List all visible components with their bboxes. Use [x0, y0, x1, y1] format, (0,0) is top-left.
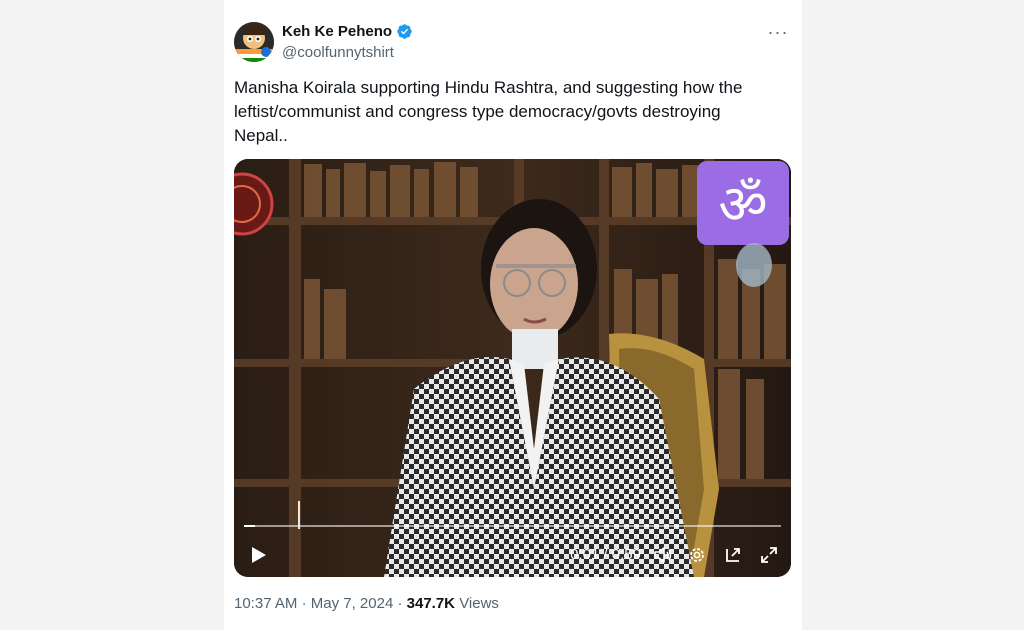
- left-margin: [0, 0, 224, 630]
- scrub-marker: [298, 501, 300, 529]
- views-label: Views: [459, 595, 499, 612]
- video-frame: ॐ: [234, 159, 791, 577]
- video-time: 0:01 / 0:59: [570, 546, 641, 563]
- more-options-icon[interactable]: ···: [766, 20, 790, 44]
- volume-icon[interactable]: [653, 545, 673, 565]
- om-symbol: ॐ: [718, 173, 767, 236]
- verified-badge-icon: [397, 24, 412, 39]
- views-count: 347.7K: [406, 595, 456, 612]
- author-name[interactable]: Keh Ke Peheno: [282, 23, 413, 40]
- fullscreen-icon[interactable]: [759, 545, 779, 565]
- right-margin: [802, 0, 1024, 630]
- meta-separator: ·: [301, 595, 307, 612]
- post-date[interactable]: May 7, 2024: [311, 595, 394, 612]
- meta-separator: ·: [397, 595, 403, 612]
- author-handle[interactable]: @coolfunnytshirt: [282, 44, 394, 61]
- play-icon[interactable]: [248, 545, 268, 565]
- tweet-meta: 10:37 AM · May 7, 2024 · 347.7K Views: [234, 595, 499, 612]
- video-player[interactable]: ॐ 0:01 / 0:59: [234, 159, 791, 577]
- tweet-card: Keh Ke Peheno @coolfunnytshirt ··· Manis…: [224, 0, 802, 630]
- display-name[interactable]: Keh Ke Peheno: [282, 23, 392, 40]
- avatar[interactable]: [234, 22, 274, 62]
- post-time[interactable]: 10:37 AM: [234, 595, 297, 612]
- settings-gear-icon[interactable]: [687, 545, 707, 565]
- video-progress-bar[interactable]: [244, 525, 781, 527]
- video-progress-fill: [244, 525, 255, 527]
- picture-in-picture-icon[interactable]: [723, 545, 743, 565]
- tweet-text: Manisha Koirala supporting Hindu Rashtra…: [234, 78, 743, 145]
